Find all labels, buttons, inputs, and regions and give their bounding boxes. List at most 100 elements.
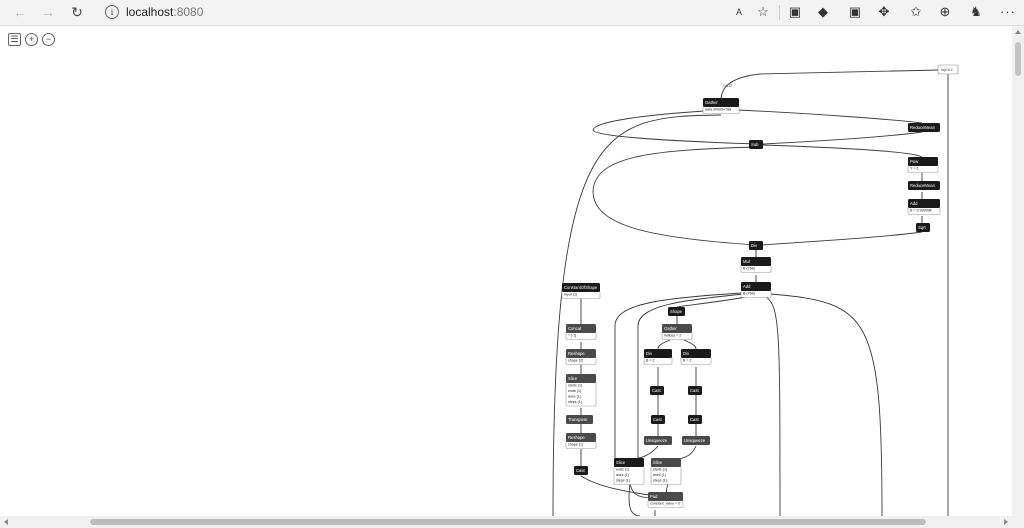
edge-sub-pow (762, 144, 923, 158)
read-aloud-icon[interactable]: A (731, 4, 747, 20)
horizontal-scroll-thumb[interactable] (90, 519, 926, 525)
edge-gather-left (552, 114, 722, 516)
node-cast1[interactable]: Cast (650, 386, 664, 395)
edge-reducemean-sub (762, 131, 923, 145)
node-title: Div (646, 351, 653, 356)
node-unsq1[interactable]: Unsqueeze (644, 436, 672, 445)
node-cast5[interactable]: Cast (574, 466, 588, 475)
node-add1[interactable]: Add B = 9.99999E (907, 199, 941, 215)
url-port: :8080 (173, 5, 204, 19)
edge-add-down2 (769, 293, 883, 516)
node-attribute: starts (1) (653, 468, 667, 472)
node-attribute: Y = 2 (910, 167, 918, 171)
node-title: Add (910, 201, 918, 206)
tab-icon[interactable]: ▣ (847, 4, 863, 20)
node-attribute: constant_value = 0 (650, 502, 680, 506)
node-title: Reshape (568, 351, 585, 356)
scroll-right-icon[interactable] (1004, 519, 1008, 525)
node-reshape2[interactable]: Reshape shape (1) (565, 433, 597, 449)
node-title: ReduceMean (910, 125, 936, 130)
node-title: Gather (705, 100, 718, 105)
node-cast4[interactable]: Cast (688, 415, 702, 424)
reload-icon[interactable]: ↻ (69, 4, 85, 20)
node-attribute: axes (1) (653, 473, 666, 477)
node-transpose[interactable]: Transpose (566, 415, 593, 424)
node-attribute: shape (1) (568, 443, 583, 447)
horizontal-scrollbar[interactable] (0, 516, 1012, 528)
node-unsq2[interactable]: Unsqueeze (682, 436, 710, 445)
node-pow[interactable]: Pow Y = 2 (907, 157, 939, 173)
node-pad[interactable]: Pad constant_value = 0 (647, 492, 684, 508)
node-title: Cast (652, 388, 661, 393)
node-attribute: ? [-1] (568, 334, 576, 338)
vertical-scrollbar[interactable] (1012, 26, 1024, 516)
node-div3[interactable]: Div B = 2 (680, 349, 712, 365)
node-attribute: input (1) (564, 293, 577, 297)
node-title: Shape (670, 309, 683, 314)
node-title: Gather (664, 326, 677, 331)
collections-icon[interactable]: ▣ (787, 4, 803, 20)
node-attribute: B (768) (743, 267, 755, 271)
profile-icon[interactable]: ♞ (968, 4, 984, 20)
node-slice3[interactable]: Slice starts (1)axes (1) steps (1) (650, 458, 682, 485)
node-title: Div (751, 243, 758, 248)
edge-sub-div (592, 146, 757, 246)
node-title: Unsqueeze (684, 438, 706, 443)
input-node-label: input.1 (941, 67, 954, 72)
node-title: Cast (690, 417, 699, 422)
favorite-add-icon[interactable]: ☆ (755, 4, 771, 20)
back-icon[interactable]: ← (12, 4, 28, 20)
node-cast2[interactable]: Cast (688, 386, 702, 395)
node-div1[interactable]: Div (749, 241, 763, 250)
forward-icon[interactable]: → (40, 4, 56, 20)
edge-unsq2-slice (674, 445, 697, 461)
address-bar[interactable]: localhost:8080 (126, 5, 203, 19)
node-title: Pow (910, 159, 919, 164)
node-concat[interactable]: Concat ? [-1] (565, 324, 597, 340)
node-slice1[interactable]: Slice starts (1)ends (1) axes (1)steps (1) (565, 374, 597, 407)
node-sub[interactable]: Sub (749, 140, 763, 149)
edge-add-slice2b (637, 293, 746, 458)
puzzle-icon[interactable]: ✥ (876, 4, 892, 20)
node-attribute: steps (1) (568, 400, 582, 404)
browser-toolbar: ← → ↻ i localhost:8080 A ☆ ▣ ◆ ▣ ✥ ✩ ⊕ ♞… (0, 0, 1024, 26)
scrollbar-corner (1012, 516, 1024, 528)
node-add2[interactable]: Add B (768) (740, 282, 772, 298)
node-attribute: indices = 2 (664, 334, 681, 338)
node-title: Cast (576, 468, 585, 473)
edge-gather-div3 (683, 339, 697, 350)
node-shape[interactable]: Shape (668, 307, 685, 316)
edge-sqrt-div (762, 231, 923, 246)
node-title: Slice (568, 376, 578, 381)
extension-icon[interactable]: ◆ (815, 4, 831, 20)
node-reshape1[interactable]: Reshape shape (2) (565, 349, 597, 365)
node-cos[interactable]: ConstantOfShape input (1) (561, 283, 601, 299)
toolbar-divider (779, 5, 780, 20)
favorites-icon[interactable]: ✩ (908, 4, 924, 20)
scroll-left-icon[interactable] (4, 519, 8, 525)
node-gather2[interactable]: Gather indices = 2 (661, 324, 693, 340)
graph-canvas[interactable]: ☰ + − input.1 ?×512 Gather data 30000×76… (0, 26, 1024, 516)
node-slice2[interactable]: Slice ends (1)axes (1) steps (1) (613, 458, 645, 485)
node-title: Pad (650, 494, 658, 499)
menu-icon[interactable]: ··· (1000, 4, 1016, 19)
node-attribute: B = 2 (646, 359, 655, 363)
node-attribute: data 30000×768 (705, 108, 731, 112)
scroll-up-icon[interactable] (1015, 30, 1021, 34)
info-icon[interactable]: i (105, 5, 119, 19)
node-attribute: ends (1) (616, 468, 629, 472)
input-node[interactable]: input.1 (937, 64, 959, 75)
node-cast3[interactable]: Cast (651, 415, 665, 424)
node-gather1[interactable]: Gather data 30000×768 (702, 98, 740, 114)
node-title: Add (743, 284, 751, 289)
edge-unsq-slice (631, 445, 659, 461)
node-sqrt[interactable]: Sqrt (916, 223, 930, 232)
node-reducemean2[interactable]: ReduceMean (908, 181, 940, 190)
vertical-scroll-thumb[interactable] (1015, 42, 1021, 76)
collections-add-icon[interactable]: ⊕ (937, 4, 953, 20)
node-div2[interactable]: Div B = 2 (643, 349, 673, 365)
node-mul[interactable]: Mul B (768) (740, 257, 772, 273)
node-reducemean1[interactable]: ReduceMean (908, 123, 940, 132)
node-attribute: steps (1) (616, 479, 630, 483)
edge-gather-div2 (657, 339, 671, 350)
